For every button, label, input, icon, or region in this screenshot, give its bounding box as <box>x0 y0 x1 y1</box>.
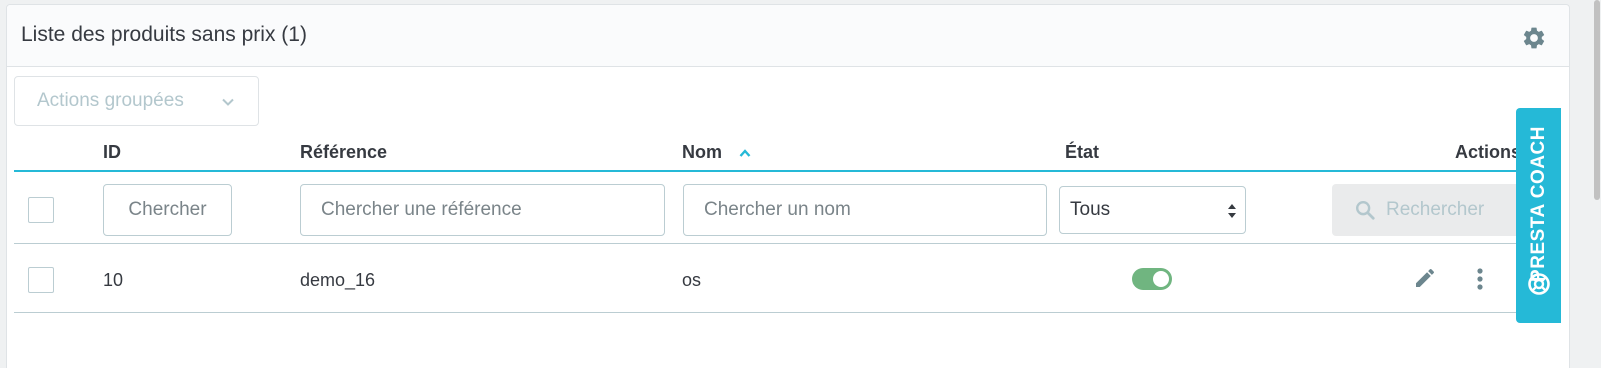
gear-icon[interactable] <box>1521 25 1547 51</box>
reference-filter-input[interactable] <box>300 184 665 236</box>
state-filter-value: Tous <box>1070 199 1111 220</box>
column-header-actions: Actions <box>1455 142 1522 162</box>
chevron-down-icon <box>222 98 234 106</box>
panel-header: Liste des produits sans prix (1) <box>7 5 1569 67</box>
row-id: 10 <box>103 270 124 290</box>
column-header-name-label: Nom <box>682 142 722 162</box>
select-arrows-icon <box>1228 204 1236 218</box>
table-row <box>14 245 1554 313</box>
lifebuoy-icon <box>1528 273 1550 295</box>
name-filter-input[interactable] <box>683 184 1047 236</box>
search-button[interactable]: Rechercher <box>1332 184 1522 236</box>
row-checkbox[interactable] <box>28 267 54 293</box>
column-header-state[interactable]: État <box>1065 142 1099 163</box>
column-header-name[interactable]: Nom <box>682 142 751 163</box>
sort-ascending-icon[interactable] <box>739 148 751 158</box>
state-filter-select[interactable]: Tous <box>1059 186 1246 234</box>
select-all-checkbox[interactable] <box>28 197 54 223</box>
row-state-toggle[interactable] <box>1132 268 1172 290</box>
presta-coach-tab[interactable]: PRESTA COACH <box>1516 108 1561 323</box>
search-icon <box>1356 201 1375 220</box>
column-header-id[interactable]: ID <box>103 142 121 163</box>
id-filter-input[interactable] <box>103 184 232 236</box>
scrollbar-thumb[interactable] <box>1594 0 1600 200</box>
row-name: os <box>682 270 702 290</box>
more-vertical-icon[interactable] <box>1470 266 1490 292</box>
presta-coach-label: PRESTA COACH <box>1527 126 1549 282</box>
toggle-knob <box>1153 271 1169 287</box>
pencil-icon[interactable] <box>1413 266 1437 290</box>
row-reference: demo_16 <box>300 270 376 290</box>
column-header-reference[interactable]: Référence <box>300 142 387 163</box>
search-button-label: Rechercher <box>1386 199 1485 220</box>
page-scrollbar[interactable] <box>1593 0 1601 368</box>
panel-title: Liste des produits sans prix (1) <box>21 23 307 46</box>
bulk-actions-dropdown[interactable]: Actions groupées <box>14 76 259 126</box>
bulk-actions-label: Actions groupées <box>37 90 184 111</box>
